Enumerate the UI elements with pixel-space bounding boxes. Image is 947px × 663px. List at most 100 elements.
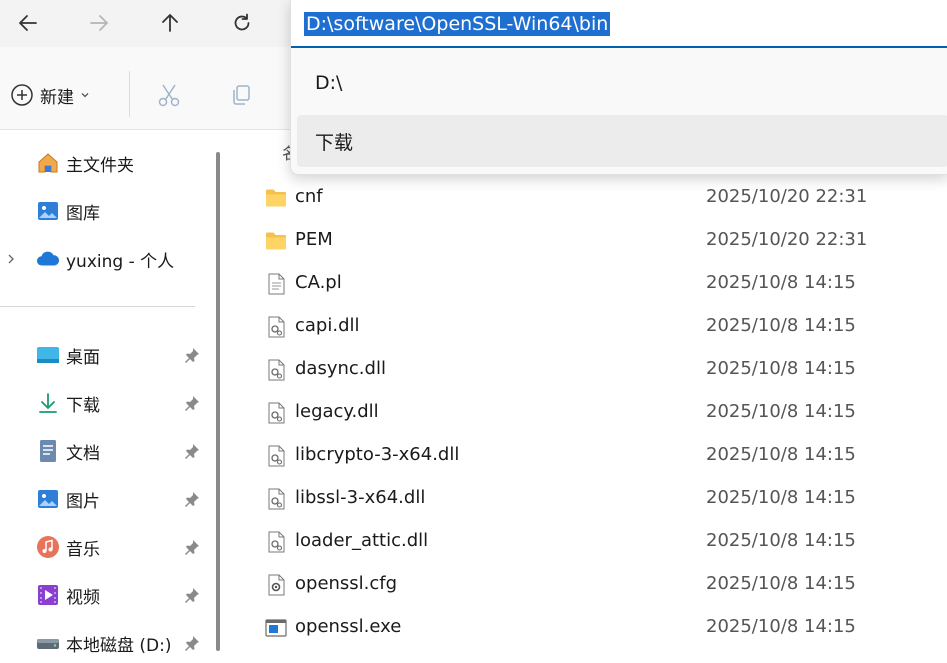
file-name: openssl.cfg <box>295 573 398 594</box>
sidebar-item-label: 主文件夹 <box>66 155 134 176</box>
text-file-icon <box>264 272 288 296</box>
sidebar-item-label: 文档 <box>66 443 100 464</box>
dll-file-icon <box>264 444 288 468</box>
sidebar-item-gallery[interactable]: 图库 <box>0 191 205 231</box>
sidebar-item-label: 下载 <box>66 395 100 416</box>
sidebar-item-home[interactable]: 主文件夹 <box>0 143 205 183</box>
sidebar-item-desktop[interactable]: 桌面 <box>0 335 205 375</box>
address-suggestion[interactable]: 下载 <box>297 115 947 167</box>
file-name: libssl-3-x64.dll <box>295 487 426 508</box>
chevron-right-icon[interactable] <box>5 253 17 265</box>
sidebar-item-music[interactable]: 音乐 <box>0 527 205 567</box>
file-modified-date: 2025/10/8 14:15 <box>706 573 856 594</box>
download-icon <box>36 391 60 415</box>
document-icon <box>36 439 60 463</box>
file-name: PEM <box>295 229 333 250</box>
file-name: capi.dll <box>295 315 360 336</box>
up-button[interactable] <box>152 6 188 40</box>
sidebar-item-documents[interactable]: 文档 <box>0 431 205 471</box>
address-input-value[interactable]: D:\software\OpenSSL-Win64\bin <box>304 12 611 36</box>
video-icon <box>36 583 60 607</box>
file-modified-date: 2025/10/20 22:31 <box>706 186 868 207</box>
sidebar-item-drive-d[interactable]: 本地磁盘 (D:) <box>0 623 205 663</box>
file-name: libcrypto-3-x64.dll <box>295 444 460 465</box>
file-name: CA.pl <box>295 272 342 293</box>
sidebar-item-label: 本地磁盘 (D:) <box>66 635 172 656</box>
sidebar-item-label: 图库 <box>66 203 100 224</box>
refresh-icon <box>234 13 250 31</box>
file-row[interactable]: libssl-3-x64.dll 2025/10/8 14:15 <box>232 477 947 520</box>
file-row[interactable]: dasync.dll 2025/10/8 14:15 <box>232 348 947 391</box>
pin-icon[interactable] <box>184 539 200 555</box>
dll-file-icon <box>264 315 288 339</box>
back-button[interactable] <box>10 6 46 40</box>
cut-button[interactable] <box>154 80 184 110</box>
desktop-icon <box>36 343 60 367</box>
pin-icon[interactable] <box>184 395 200 411</box>
cloud-icon <box>36 247 60 271</box>
refresh-button[interactable] <box>224 6 260 40</box>
new-button-label: 新建 <box>40 87 74 108</box>
file-name: openssl.exe <box>295 616 402 637</box>
address-dropdown: D:\software\OpenSSL-Win64\bin D:\ 下载 <box>290 0 947 175</box>
sidebar-item-pictures[interactable]: 图片 <box>0 479 205 519</box>
address-suggestion[interactable]: D:\ <box>297 57 947 109</box>
sidebar-item-videos[interactable]: 视频 <box>0 575 205 615</box>
file-modified-date: 2025/10/8 14:15 <box>706 616 856 637</box>
pin-icon[interactable] <box>184 491 200 507</box>
file-row[interactable]: openssl.exe 2025/10/8 14:15 <box>232 606 947 649</box>
file-modified-date: 2025/10/8 14:15 <box>706 487 856 508</box>
file-row[interactable]: legacy.dll 2025/10/8 14:15 <box>232 391 947 434</box>
copy-button[interactable] <box>226 80 256 110</box>
sidebar-scrollbar[interactable] <box>216 152 220 651</box>
arrow-left-icon <box>19 15 37 31</box>
file-list: 名 cnf2025/10/20 22:31PEM2025/10/20 22:31… <box>232 130 947 651</box>
file-modified-date: 2025/10/8 14:15 <box>706 358 856 379</box>
sidebar-item-label: 音乐 <box>66 539 100 560</box>
file-modified-date: 2025/10/8 14:15 <box>706 315 856 336</box>
file-row[interactable]: loader_attic.dll 2025/10/8 14:15 <box>232 520 947 563</box>
file-modified-date: 2025/10/8 14:15 <box>706 272 856 293</box>
file-name: cnf <box>295 186 323 207</box>
pin-icon[interactable] <box>184 347 200 363</box>
file-name: dasync.dll <box>295 358 386 379</box>
sidebar-item-label: 桌面 <box>66 347 100 368</box>
file-row[interactable]: capi.dll 2025/10/8 14:15 <box>232 305 947 348</box>
pin-icon[interactable] <box>184 587 200 603</box>
arrow-up-icon <box>162 14 178 32</box>
sidebar-item-downloads[interactable]: 下载 <box>0 383 205 423</box>
file-modified-date: 2025/10/8 14:15 <box>706 401 856 422</box>
sidebar-item-onedrive[interactable]: yuxing - 个人 <box>0 239 205 279</box>
file-modified-date: 2025/10/8 14:15 <box>706 444 856 465</box>
navigation-pane: 主文件夹 图库 yuxing - 个人 桌面 下载 文档 图片 音乐 视频 本地… <box>0 130 232 656</box>
exe-file-icon <box>264 616 288 640</box>
file-modified-date: 2025/10/8 14:15 <box>706 530 856 551</box>
file-row[interactable]: openssl.cfg 2025/10/8 14:15 <box>232 563 947 606</box>
dll-file-icon <box>264 401 288 425</box>
file-row[interactable]: PEM 2025/10/20 22:31 <box>232 219 947 262</box>
file-row[interactable]: cnf 2025/10/20 22:31 <box>232 176 947 219</box>
file-row[interactable]: libcrypto-3-x64.dll 2025/10/8 14:15 <box>232 434 947 477</box>
sidebar-divider <box>0 306 195 307</box>
copy-icon <box>233 85 250 105</box>
file-modified-date: 2025/10/20 22:31 <box>706 229 868 250</box>
new-button[interactable]: 新建 <box>10 80 90 110</box>
pin-icon[interactable] <box>184 635 200 651</box>
toolbar-divider <box>129 71 130 117</box>
plus-circle-icon <box>11 84 33 106</box>
suggestion-label: 下载 <box>315 131 354 154</box>
home-icon <box>36 151 60 175</box>
chevron-down-icon <box>81 93 89 98</box>
forward-button[interactable] <box>81 6 117 40</box>
address-input[interactable]: D:\software\OpenSSL-Win64\bin <box>291 0 947 48</box>
music-icon <box>36 535 60 559</box>
dll-file-icon <box>264 487 288 511</box>
gallery-icon <box>36 199 60 223</box>
sidebar-item-label: yuxing - 个人 <box>66 251 175 272</box>
pictures-icon <box>36 487 60 511</box>
dll-file-icon <box>264 530 288 554</box>
file-name: legacy.dll <box>295 401 379 422</box>
file-row[interactable]: CA.pl 2025/10/8 14:15 <box>232 262 947 305</box>
pin-icon[interactable] <box>184 443 200 459</box>
config-file-icon <box>264 573 288 597</box>
